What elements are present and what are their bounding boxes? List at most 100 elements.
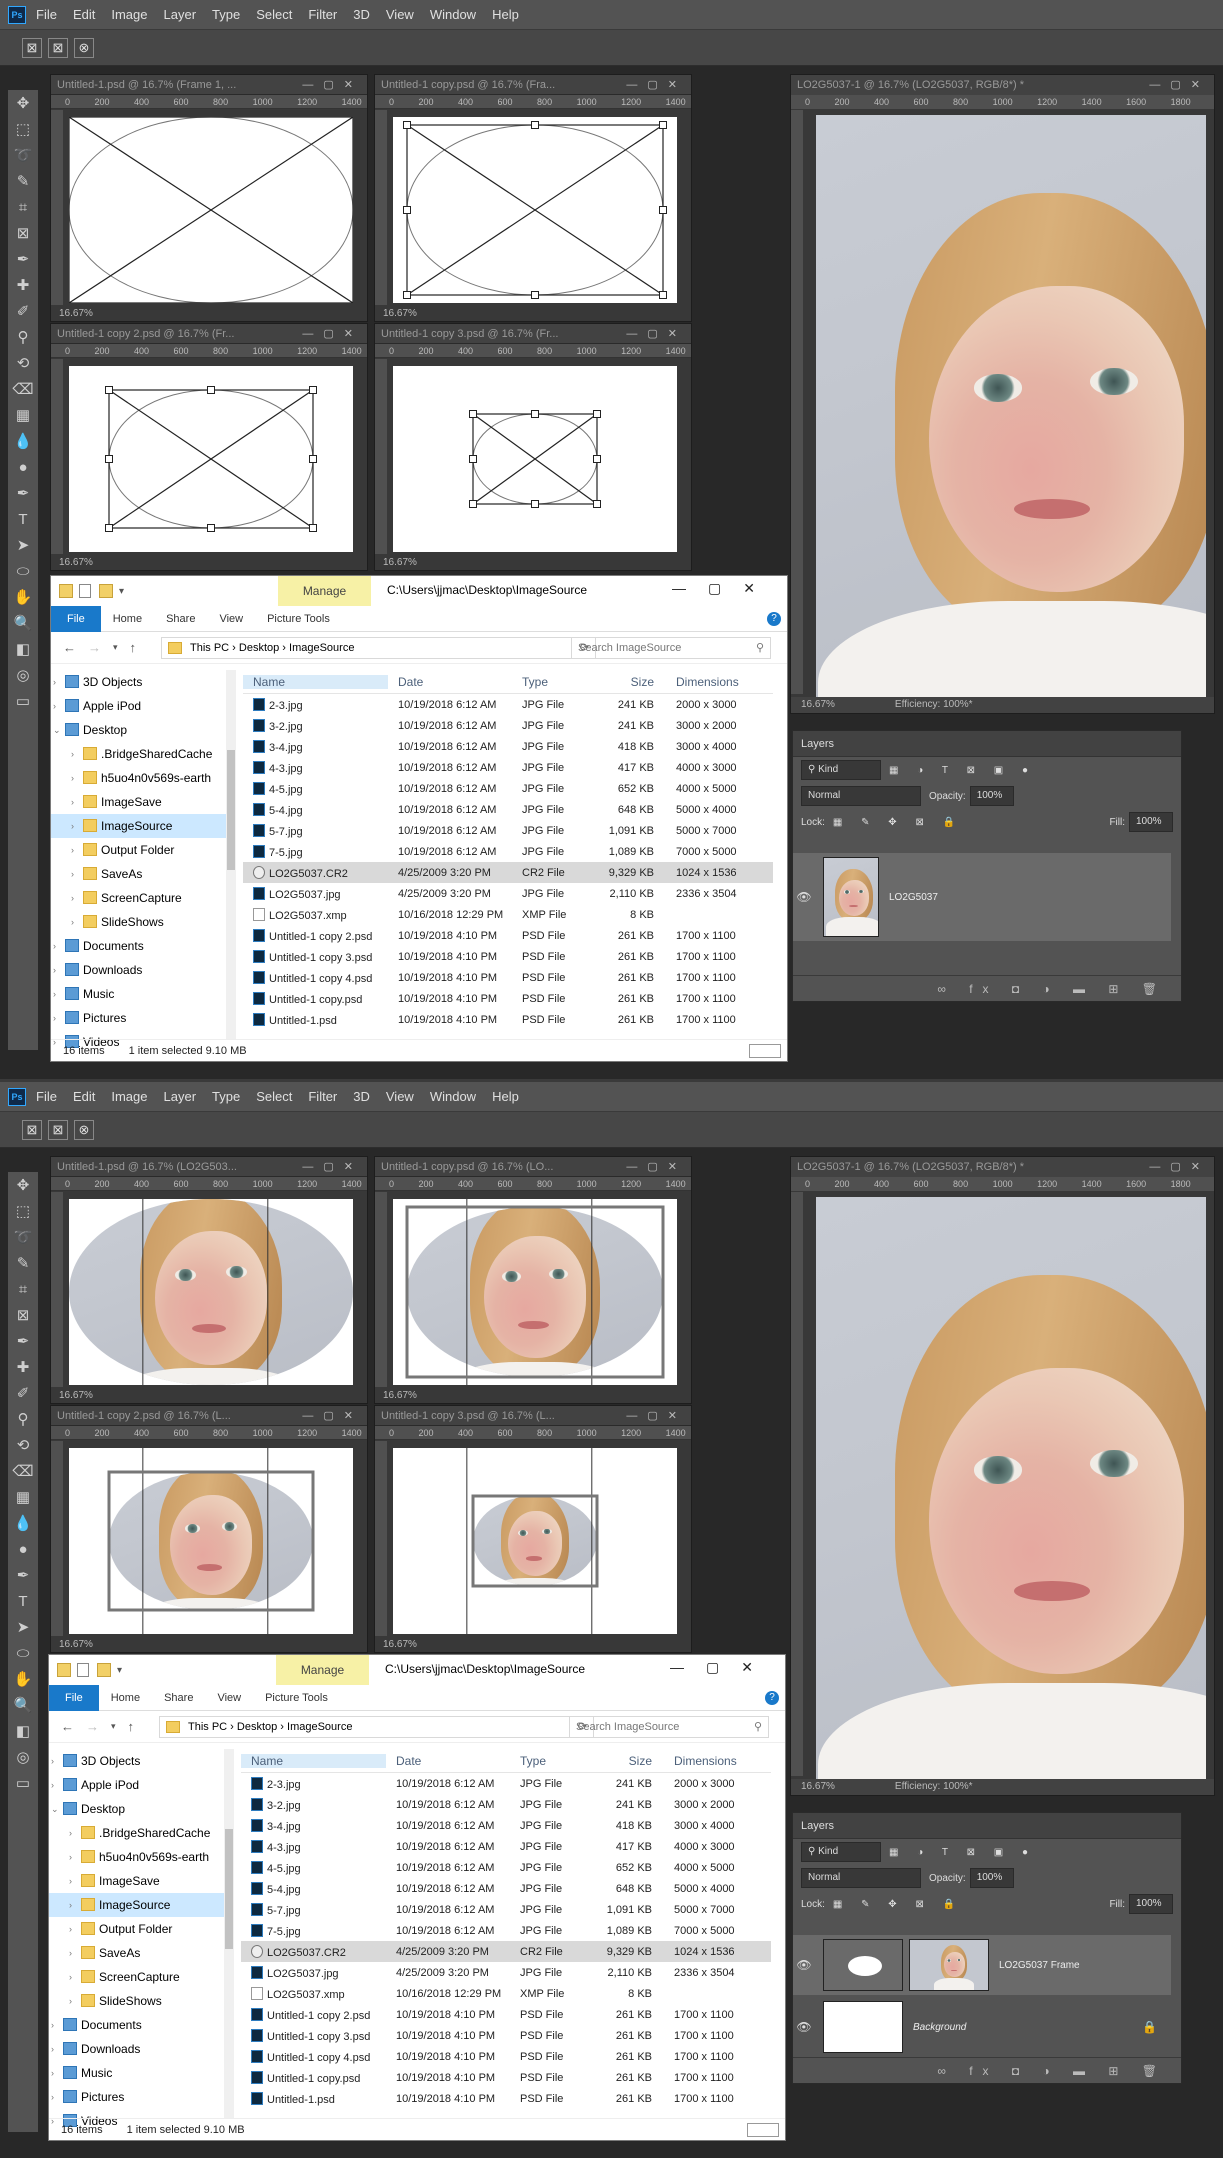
nav-item[interactable]: › .BridgeSharedCache xyxy=(51,742,236,766)
expand-chevron-icon[interactable]: › xyxy=(69,1941,72,1965)
nav-item[interactable]: › Documents xyxy=(51,934,236,958)
document-tab-title[interactable]: LO2G5037-1 @ 16.7% (LO2G5037, RGB/8*) * —… xyxy=(791,1157,1214,1177)
help-icon[interactable]: ? xyxy=(765,1691,779,1705)
menu-image[interactable]: Image xyxy=(111,1089,147,1104)
file-row[interactable]: Untitled-1 copy 3.psd 10/19/2018 4:10 PM P… xyxy=(243,946,773,967)
document-canvas[interactable] xyxy=(69,1448,353,1634)
nav-item[interactable]: › Apple iPod xyxy=(51,694,236,718)
expand-chevron-icon[interactable]: › xyxy=(53,958,56,982)
shape-tool-icon[interactable]: ⬭ xyxy=(8,558,38,584)
column-header-date[interactable]: Date xyxy=(388,675,514,689)
file-row[interactable]: Untitled-1 copy.psd 10/19/2018 4:10 PM PSD… xyxy=(241,2067,771,2088)
recent-dropdown-icon[interactable]: ▾ xyxy=(111,1721,116,1732)
nav-item[interactable]: › .BridgeSharedCache xyxy=(49,1821,234,1845)
eyedropper-tool-icon[interactable]: ✒ xyxy=(8,1328,38,1354)
expand-chevron-icon[interactable]: › xyxy=(51,2061,54,2085)
screen-mode-icon[interactable]: ▭ xyxy=(8,1770,38,1796)
expand-chevron-icon[interactable]: › xyxy=(71,886,74,910)
lasso-tool-icon[interactable]: ➰ xyxy=(8,1224,38,1250)
document-tab-title[interactable]: Untitled-1 copy 2.psd @ 16.7% (Fr... —▢✕ xyxy=(51,324,367,344)
quick-select-tool-icon[interactable]: ✎ xyxy=(8,168,38,194)
file-row[interactable]: LO2G5037.xmp 10/16/2018 12:29 PM XMP File 8… xyxy=(241,1983,771,2004)
gradient-tool-icon[interactable]: ▦ xyxy=(8,402,38,428)
lock-icons[interactable]: ▦ ✎ ✥ ⊠ 🔒 xyxy=(833,1899,963,1910)
nav-item[interactable]: › Output Folder xyxy=(49,1917,234,1941)
quick-access-dropdown-icon[interactable]: ▾ xyxy=(119,586,124,597)
new-folder-icon[interactable] xyxy=(99,584,113,598)
nav-item[interactable]: › Music xyxy=(51,982,236,1006)
file-row[interactable]: LO2G5037.xmp 10/16/2018 12:29 PM XMP File 8… xyxy=(243,904,773,925)
window-controls-icon[interactable]: —▢✕ xyxy=(302,324,363,343)
document-canvas[interactable] xyxy=(393,366,677,552)
dodge-tool-icon[interactable]: ● xyxy=(8,454,38,480)
expand-chevron-icon[interactable]: ⌄ xyxy=(51,1797,59,1821)
quick-mask-icon[interactable]: ◎ xyxy=(8,662,38,688)
document-tab-title[interactable]: Untitled-1 copy 3.psd @ 16.7% (L... —▢✕ xyxy=(375,1406,691,1426)
blend-mode-select[interactable]: Normal xyxy=(801,786,921,806)
expand-chevron-icon[interactable]: › xyxy=(69,1965,72,1989)
column-header-dimensions[interactable]: Dimensions xyxy=(666,675,746,689)
main-document-window[interactable]: LO2G5037-1 @ 16.7% (LO2G5037, RGB/8*) * —… xyxy=(790,1156,1215,1796)
ribbon-tab-share[interactable]: Share xyxy=(154,606,207,632)
window-controls-icon[interactable]: —▢✕ xyxy=(670,1659,775,1676)
scroll-thumb[interactable] xyxy=(225,1829,233,1949)
expand-chevron-icon[interactable]: › xyxy=(71,814,74,838)
file-row[interactable]: Untitled-1 copy 4.psd 10/19/2018 4:10 PM P… xyxy=(243,967,773,988)
nav-item[interactable]: › ImageSave xyxy=(51,790,236,814)
hand-tool-icon[interactable]: ✋ xyxy=(8,584,38,610)
pen-tool-icon[interactable]: ✒ xyxy=(8,480,38,506)
frame-tool-icon[interactable]: ⊠ xyxy=(8,1302,38,1328)
visibility-eye-icon[interactable]: 👁 xyxy=(793,890,815,904)
document-canvas[interactable] xyxy=(69,1199,353,1385)
document-window[interactable]: Untitled-1.psd @ 16.7% (LO2G503... —▢✕ 0 2… xyxy=(50,1156,368,1404)
layer-row[interactable]: 👁 Background 🔒 xyxy=(793,1997,1171,2057)
layers-footer-icons[interactable]: ∞ fx ◘ ◑ ▬ ⊞ 🗑 xyxy=(793,975,1181,1001)
file-row[interactable]: 4-5.jpg 10/19/2018 6:12 AM JPG File 652 KB 4… xyxy=(243,778,773,799)
file-row[interactable]: 3-4.jpg 10/19/2018 6:12 AM JPG File 418 KB 3… xyxy=(241,1815,771,1836)
opacity-input[interactable]: 100% xyxy=(969,786,1014,806)
ribbon-tab-picture-tools[interactable]: Picture Tools xyxy=(253,1685,340,1711)
nav-item[interactable]: › Apple iPod xyxy=(49,1773,234,1797)
nav-scrollbar[interactable] xyxy=(224,1749,234,2119)
expand-chevron-icon[interactable]: › xyxy=(53,1006,56,1030)
healing-tool-icon[interactable]: ✚ xyxy=(8,1354,38,1380)
nav-item[interactable]: › ImageSave xyxy=(49,1869,234,1893)
up-icon[interactable]: ↑ xyxy=(128,1719,135,1734)
nav-item[interactable]: › h5uo4n0v569s-earth xyxy=(51,766,236,790)
expand-chevron-icon[interactable]: › xyxy=(51,2037,54,2061)
window-controls-icon[interactable]: —▢✕ xyxy=(1149,1157,1210,1177)
expand-chevron-icon[interactable]: ⌄ xyxy=(53,718,61,742)
window-controls-icon[interactable]: —▢✕ xyxy=(626,75,687,94)
scroll-thumb[interactable] xyxy=(227,750,235,870)
document-tab-title[interactable]: Untitled-1 copy.psd @ 16.7% (LO... —▢✕ xyxy=(375,1157,691,1177)
file-row[interactable]: 5-7.jpg 10/19/2018 6:12 AM JPG File 1,091 K… xyxy=(243,820,773,841)
hand-tool-icon[interactable]: ✋ xyxy=(8,1666,38,1692)
expand-chevron-icon[interactable]: › xyxy=(53,982,56,1006)
dodge-tool-icon[interactable]: ● xyxy=(8,1536,38,1562)
file-row[interactable]: LO2G5037.CR2 4/25/2009 3:20 PM CR2 File 9,3… xyxy=(241,1941,771,1962)
file-row[interactable]: 3-2.jpg 10/19/2018 6:12 AM JPG File 241 KB 3… xyxy=(241,1794,771,1815)
document-window[interactable]: Untitled-1 copy.psd @ 16.7% (Fra... —▢✕ 0 … xyxy=(374,74,692,322)
file-row[interactable]: LO2G5037.jpg 4/25/2009 3:20 PM JPG File 2,1… xyxy=(243,883,773,904)
expand-chevron-icon[interactable]: › xyxy=(53,694,56,718)
menu-help[interactable]: Help xyxy=(492,7,519,22)
nav-item[interactable]: › 3D Objects xyxy=(51,670,236,694)
menu-filter[interactable]: Filter xyxy=(308,7,337,22)
window-controls-icon[interactable]: —▢✕ xyxy=(302,1157,363,1176)
kind-filter-select[interactable]: ⚲ Kind xyxy=(801,1842,881,1862)
nav-item[interactable]: › SaveAs xyxy=(49,1941,234,1965)
file-row[interactable]: 5-4.jpg 10/19/2018 6:12 AM JPG File 648 KB 5… xyxy=(241,1878,771,1899)
file-row[interactable]: Untitled-1.psd 10/19/2018 4:10 PM PSD File… xyxy=(241,2088,771,2109)
main-document-window[interactable]: LO2G5037-1 @ 16.7% (LO2G5037, RGB/8*) * —… xyxy=(790,74,1215,714)
zoom-tool-icon[interactable]: 🔍 xyxy=(8,610,38,636)
file-row[interactable]: Untitled-1.psd 10/19/2018 4:10 PM PSD File… xyxy=(243,1009,773,1030)
clone-stamp-tool-icon[interactable]: ⚲ xyxy=(8,324,38,350)
file-row[interactable]: 3-2.jpg 10/19/2018 6:12 AM JPG File 241 KB 3… xyxy=(243,715,773,736)
menu-file[interactable]: File xyxy=(36,7,57,22)
rectangular-frame-icon[interactable]: ⊠ xyxy=(48,1119,68,1140)
menu-select[interactable]: Select xyxy=(256,7,292,22)
color-swatches-icon[interactable]: ◧ xyxy=(8,1718,38,1744)
lock-icons[interactable]: ▦ ✎ ✥ ⊠ 🔒 xyxy=(833,817,963,828)
file-row[interactable]: Untitled-1 copy 4.psd 10/19/2018 4:10 PM P… xyxy=(241,2046,771,2067)
frame-tool-icon[interactable]: ⊠ xyxy=(8,220,38,246)
